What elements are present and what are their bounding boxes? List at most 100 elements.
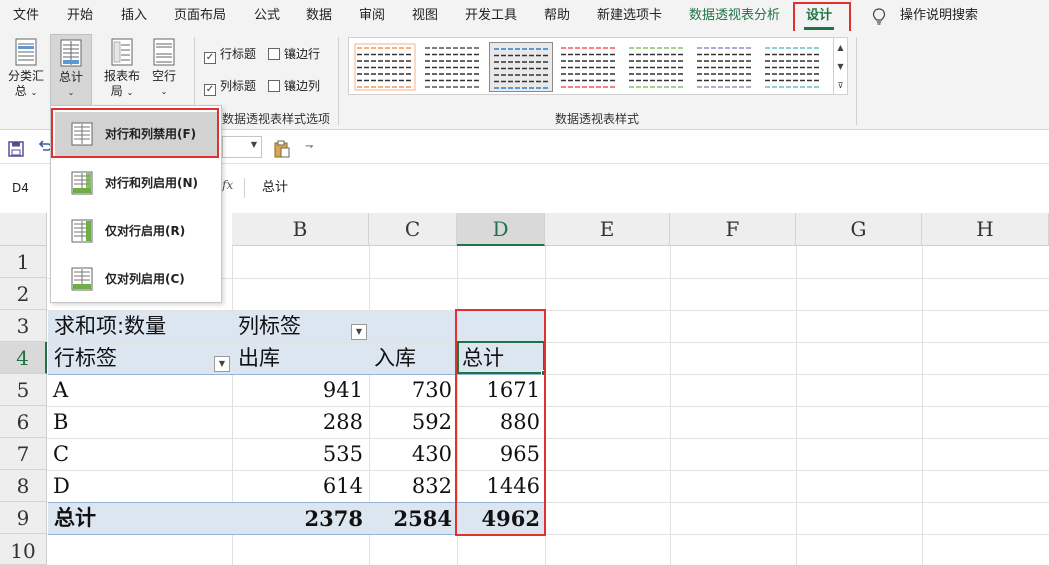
gallery-scrollbar[interactable]: ▲ ▼ ⊽	[834, 37, 848, 95]
cell-in[interactable]: 430	[369, 439, 452, 470]
tab-developer[interactable]: 开发工具	[465, 0, 517, 31]
grand-total-out[interactable]: 2378	[232, 503, 363, 534]
gallery-up-icon[interactable]: ▲	[834, 38, 847, 57]
pivot-style-swatch[interactable]	[625, 42, 689, 92]
row-filter-icon[interactable]: ▼	[214, 356, 230, 372]
tab-home[interactable]: 开始	[67, 0, 93, 31]
header-out[interactable]: 出库	[238, 343, 280, 374]
tab-data[interactable]: 数据	[306, 0, 332, 31]
save-icon[interactable]	[8, 141, 24, 157]
design-tab-highlight	[793, 2, 851, 34]
tab-help[interactable]: 帮助	[544, 0, 570, 31]
blank-rows-button[interactable]: 空行 ⌄	[146, 37, 182, 103]
menu-on-for-rows-only[interactable]: 仅对行启用(R)	[55, 209, 219, 253]
totals-rows-icon	[71, 219, 93, 243]
pivot-values-label[interactable]: 求和项:数量	[54, 311, 166, 342]
header-in[interactable]: 入库	[374, 343, 416, 374]
pivot-style-icon	[494, 48, 550, 89]
pivot-style-icon	[561, 47, 617, 88]
column-header-e[interactable]: E	[545, 213, 670, 246]
column-header-c[interactable]: C	[369, 213, 457, 246]
column-headers-checkbox[interactable]: ✓ 列标题	[204, 79, 256, 96]
menu-on-for-columns-only[interactable]: 仅对列启用(C)	[55, 257, 219, 301]
row-key[interactable]: D	[53, 471, 70, 502]
row-header-9[interactable]: 9	[0, 502, 47, 534]
pivot-styles-gallery	[348, 37, 834, 95]
customize-toolbar-icon[interactable]: ⇁	[305, 141, 313, 152]
row-key[interactable]: C	[53, 439, 69, 470]
grand-total-in[interactable]: 2584	[369, 503, 452, 534]
row-header-10[interactable]: 10	[0, 534, 47, 565]
tell-me-search[interactable]: 操作说明搜索	[900, 0, 978, 31]
cell-in[interactable]: 730	[369, 375, 452, 406]
name-box[interactable]: D4	[6, 177, 50, 199]
tab-view[interactable]: 视图	[412, 0, 438, 31]
pivot-style-swatch[interactable]	[557, 42, 621, 92]
paste-icon[interactable]	[274, 140, 290, 158]
pivot-row-labels[interactable]: 行标签	[54, 343, 117, 374]
pivot-style-swatch[interactable]	[693, 42, 757, 92]
checkmark-icon: ✓	[204, 84, 216, 96]
gallery-more-icon[interactable]: ⊽	[834, 76, 847, 95]
subtotals-button[interactable]: 分类汇 总 ⌄	[6, 37, 46, 103]
menu-on-for-rows-and-columns[interactable]: 对行和列启用(N)	[55, 161, 219, 205]
pivot-style-swatch[interactable]	[761, 42, 825, 92]
subtotals-label-1: 分类汇	[7, 69, 44, 83]
grand-total-label[interactable]: 总计	[54, 503, 96, 534]
totals-columns-icon	[71, 267, 93, 291]
blank-rows-label: 空行	[151, 69, 176, 83]
blank-rows-icon	[153, 38, 175, 66]
subtotals-icon	[15, 38, 37, 66]
tab-page-layout[interactable]: 页面布局	[174, 0, 226, 31]
grand-totals-icon	[60, 39, 82, 67]
cell-out[interactable]: 288	[232, 407, 363, 438]
lightbulb-icon	[872, 8, 886, 25]
pivot-column-labels[interactable]: 列标签	[238, 311, 301, 342]
pivot-style-icon	[354, 43, 416, 91]
row-header-4[interactable]: 4	[0, 342, 47, 374]
column-header-b[interactable]: B	[232, 213, 369, 246]
tab-formulas[interactable]: 公式	[254, 0, 280, 31]
font-combo[interactable]: ▼	[222, 136, 262, 158]
tab-new-tab[interactable]: 新建选项卡	[597, 0, 662, 31]
pivot-style-swatch[interactable]	[353, 42, 417, 92]
row-header-2[interactable]: 2	[0, 278, 47, 310]
tab-review[interactable]: 审阅	[359, 0, 385, 31]
row-header-3[interactable]: 3	[0, 310, 47, 342]
banded-columns-checkbox[interactable]: 镶边列	[268, 79, 320, 93]
cell-in[interactable]: 592	[369, 407, 452, 438]
pivot-style-swatch[interactable]	[421, 42, 485, 92]
tab-insert[interactable]: 插入	[121, 0, 147, 31]
column-header-h[interactable]: H	[922, 213, 1049, 246]
gallery-down-icon[interactable]: ▼	[834, 57, 847, 76]
column-header-g[interactable]: G	[796, 213, 922, 246]
row-key[interactable]: A	[53, 375, 68, 406]
report-layout-button[interactable]: 报表布 局 ⌄	[102, 37, 142, 103]
select-all-corner[interactable]	[0, 213, 47, 246]
grand-totals-button[interactable]: 总计 ⌄	[50, 34, 92, 106]
cell-in[interactable]: 832	[369, 471, 452, 502]
column-header-d[interactable]: D	[457, 213, 545, 246]
banded-rows-checkbox[interactable]: 镶边行	[268, 47, 320, 61]
tab-file[interactable]: 文件	[13, 0, 39, 31]
report-layout-label-1: 报表布	[103, 69, 140, 83]
column-filter-icon[interactable]: ▼	[351, 324, 367, 340]
row-header-8[interactable]: 8	[0, 470, 47, 502]
row-header-6[interactable]: 6	[0, 406, 47, 438]
pivot-style-swatch[interactable]	[489, 42, 553, 92]
chevron-down-icon: ⌄	[67, 88, 75, 97]
row-header-7[interactable]: 7	[0, 438, 47, 470]
cell-out[interactable]: 535	[232, 439, 363, 470]
row-header-5[interactable]: 5	[0, 374, 47, 406]
insert-function-icon[interactable]: fx	[222, 178, 233, 192]
subtotals-label-2: 总 ⌄	[14, 84, 38, 98]
cell-out[interactable]: 941	[232, 375, 363, 406]
row-key[interactable]: B	[53, 407, 68, 438]
row-header-1[interactable]: 1	[0, 246, 47, 278]
row-headers-checkbox[interactable]: ✓ 行标题	[204, 47, 256, 64]
tab-pivottable-analyze[interactable]: 数据透视表分析	[689, 0, 780, 31]
pivot-style-icon	[425, 47, 481, 88]
cell-out[interactable]: 614	[232, 471, 363, 502]
column-header-f[interactable]: F	[670, 213, 796, 246]
formula-input[interactable]: 总计	[262, 178, 288, 198]
